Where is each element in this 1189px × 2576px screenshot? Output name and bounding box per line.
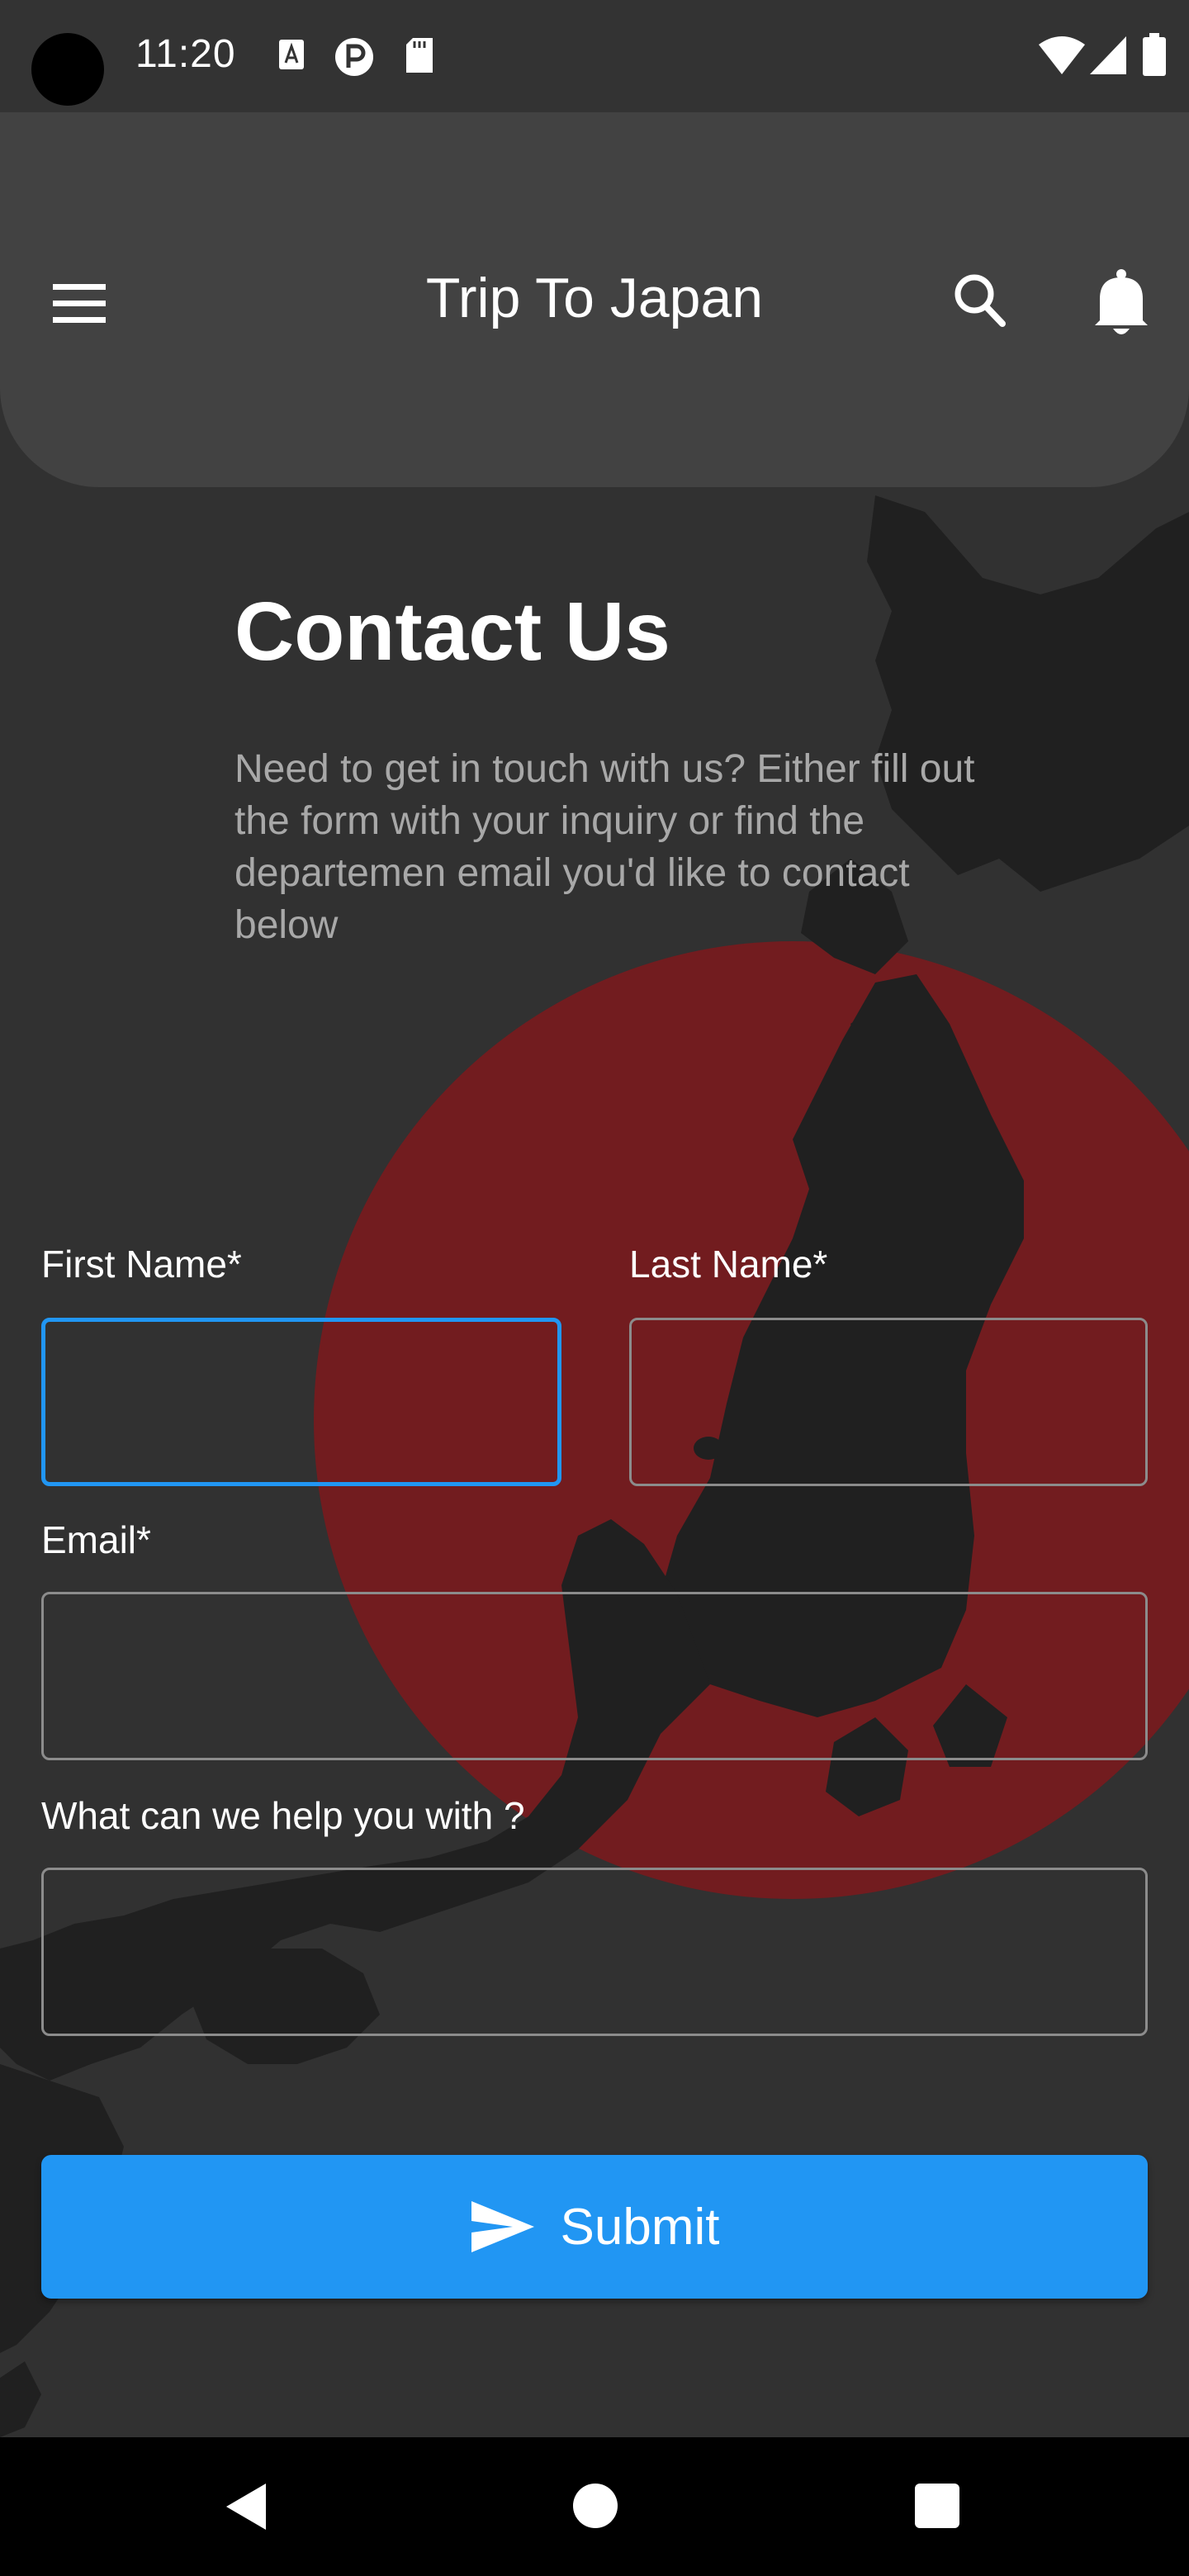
first-name-field[interactable]	[41, 1318, 561, 1486]
battery-icon	[1143, 33, 1166, 80]
text-a-icon	[277, 38, 306, 75]
search-button[interactable]	[948, 266, 1014, 335]
home-button[interactable]	[573, 2484, 618, 2528]
status-time: 11:20	[135, 32, 236, 76]
notifications-button[interactable]	[1088, 266, 1154, 339]
search-icon	[955, 274, 1006, 327]
wifi-icon	[1039, 36, 1085, 78]
contact-title: Contact Us	[234, 585, 670, 678]
help-field[interactable]	[41, 1868, 1148, 2036]
email-label: Email*	[41, 1518, 151, 1561]
help-label: What can we help you with ?	[41, 1794, 525, 1837]
last-name-field[interactable]	[629, 1318, 1148, 1486]
submit-label: Submit	[560, 2198, 720, 2256]
back-icon	[226, 2484, 266, 2530]
circle-p-icon	[334, 36, 375, 82]
signal-icon	[1090, 36, 1126, 78]
recents-button[interactable]	[915, 2484, 959, 2528]
bell-icon	[1095, 269, 1148, 334]
contact-screen: 11:20 Trip To Japan Contact Us Need to g…	[0, 0, 1189, 2576]
contact-description: Need to get in touch with us? Either fil…	[234, 747, 975, 947]
sd-card-icon	[405, 36, 434, 78]
last-name-label: Last Name*	[629, 1243, 828, 1286]
submit-button[interactable]: Submit	[41, 2155, 1148, 2299]
first-name-label: First Name*	[41, 1243, 242, 1286]
send-icon	[471, 2201, 534, 2252]
status-bar: 11:20	[0, 0, 1189, 112]
camera-cutout	[31, 33, 104, 106]
back-button[interactable]	[221, 2480, 271, 2537]
email-field[interactable]	[41, 1592, 1148, 1760]
